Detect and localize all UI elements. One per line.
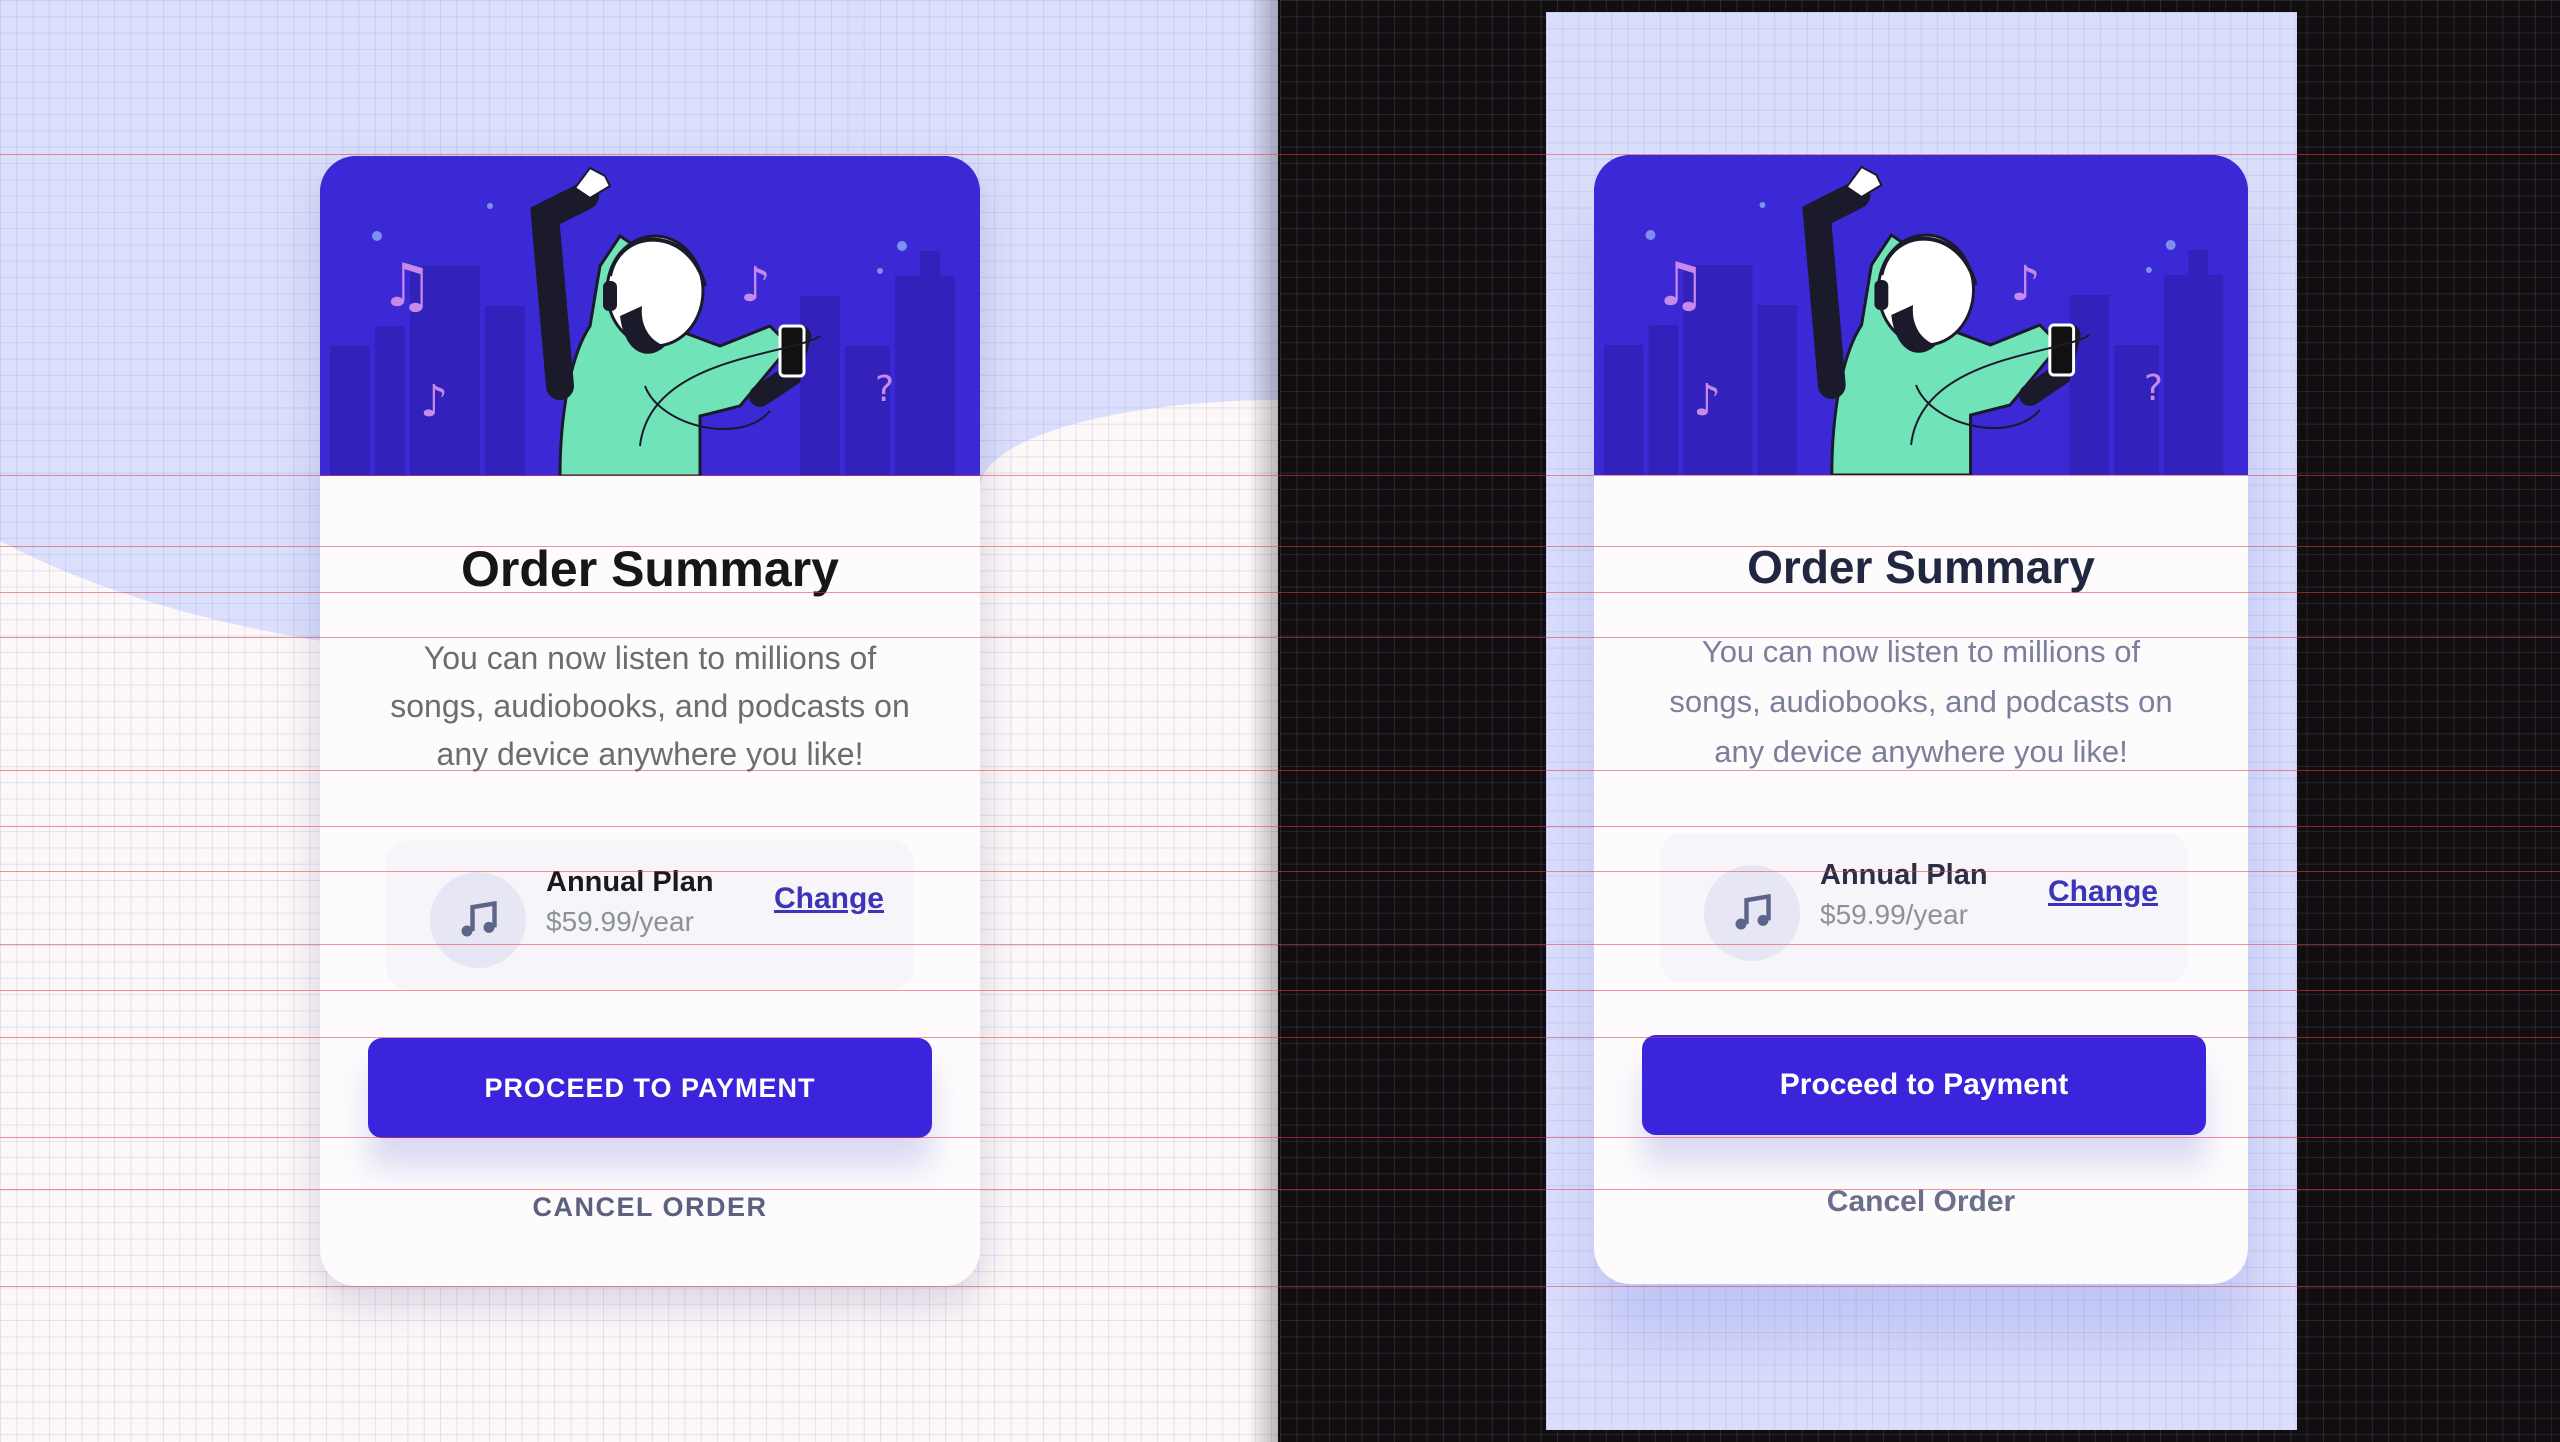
change-plan-link[interactable]: Change: [2048, 875, 2158, 909]
woman-listening-music-illustration: ♫ ♪ ♪ ?: [320, 156, 980, 476]
svg-text:?: ?: [875, 369, 894, 410]
plan-summary-box: Annual Plan $59.99/year Change: [386, 840, 914, 990]
cancel-order-button[interactable]: Cancel Order: [1594, 1185, 2248, 1219]
plan-price: $59.99/year: [1820, 899, 1968, 930]
change-plan-link[interactable]: Change: [774, 882, 884, 916]
background-wave-cut: [980, 400, 1278, 1442]
plan-name: Annual Plan: [1820, 859, 1988, 891]
music-note-icon: [1704, 865, 1800, 961]
order-description: You can now listen to millions of songs,…: [1669, 634, 2173, 769]
proceed-to-payment-button[interactable]: Proceed to Payment: [1642, 1035, 2206, 1135]
order-summary-card: ♫ ♪ ♪ ? Order Summary You can now listen…: [320, 156, 980, 1286]
woman-listening-music-illustration: ♫ ♪ ♪ ?: [1594, 155, 2248, 475]
order-description: You can now listen to millions of songs,…: [390, 640, 910, 772]
plan-name: Annual Plan: [546, 866, 714, 898]
svg-text:♪: ♪: [2010, 257, 2040, 312]
music-note-icon: [430, 872, 526, 968]
panel-edge-shadow: [1248, 0, 1278, 1442]
svg-text:?: ?: [2144, 368, 2163, 409]
order-summary-title: Order Summary: [461, 541, 839, 597]
svg-text:♪: ♪: [1693, 375, 1721, 426]
svg-text:♪: ♪: [740, 257, 771, 313]
plan-price: $59.99/year: [546, 906, 694, 937]
plan-summary-box: Annual Plan $59.99/year Change: [1660, 833, 2188, 983]
svg-text:♫: ♫: [380, 251, 434, 321]
hero-illustration: ♫ ♪ ♪ ?: [320, 156, 980, 476]
hero-illustration: ♫ ♪ ♪ ?: [1594, 155, 2248, 475]
order-summary-title: Order Summary: [1747, 541, 2095, 593]
proceed-to-payment-button[interactable]: PROCEED TO PAYMENT: [368, 1038, 932, 1138]
cancel-order-button[interactable]: CANCEL ORDER: [320, 1192, 980, 1223]
order-summary-card: ♫ ♪ ♪ ? Order Summary You can now listen…: [1594, 155, 2248, 1284]
svg-text:♫: ♫: [1653, 251, 1706, 320]
svg-text:♪: ♪: [420, 376, 448, 427]
